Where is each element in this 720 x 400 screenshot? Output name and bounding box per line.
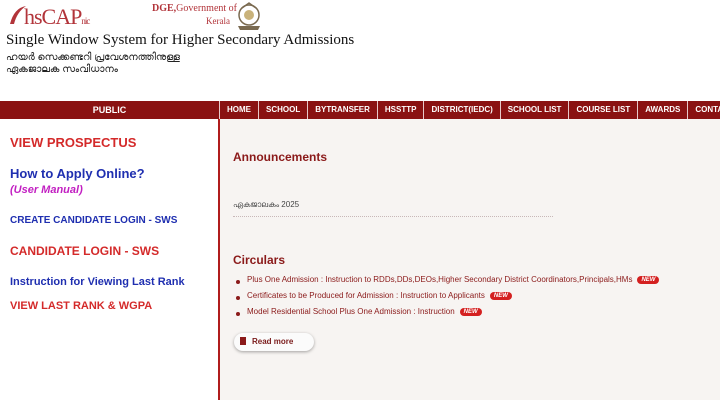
how-to-apply-link[interactable]: How to Apply Online? [10, 166, 145, 181]
circulars-list: Plus One Admission : Instruction to RDDs… [234, 275, 660, 323]
nav-school-list[interactable]: SCHOOL LIST [499, 101, 569, 119]
circulars-title: Circulars [233, 253, 286, 267]
view-last-rank-link[interactable]: VIEW LAST RANK & WGPA [10, 300, 152, 312]
malayalam-title-line2: ഏകജാലക സംവിധാനം [6, 64, 118, 75]
main-content: Announcements ഏകജാലകം 2025 Circulars Plu… [220, 119, 720, 400]
create-candidate-login-link[interactable]: CREATE CANDIDATE LOGIN - SWS [10, 215, 177, 226]
nav-hssttp[interactable]: HSSTTP [376, 101, 424, 119]
top-navbar: PUBLIC HOME SCHOOL BYTRANSFER HSSTTP DIS… [0, 101, 720, 119]
nav-district-iedc[interactable]: DISTRICT(IEDC) [423, 101, 499, 119]
candidate-login-link[interactable]: CANDIDATE LOGIN - SWS [10, 244, 159, 258]
nav-course-list[interactable]: COURSE LIST [568, 101, 637, 119]
new-badge: NEW [637, 276, 660, 284]
logo-text: hsCAPnic [24, 4, 90, 29]
circular-item[interactable]: Model Residential School Plus One Admiss… [234, 307, 659, 323]
dge-label: DGE,Government of [152, 3, 237, 14]
malayalam-title-line1: ഹയർ സെക്കണ്ടറി പ്രവേശനത്തിനുള്ള [6, 52, 180, 63]
nav-home[interactable]: HOME [219, 101, 258, 119]
system-title: Single Window System for Higher Secondar… [6, 32, 355, 48]
circular-text: Plus One Admission : Instruction to RDDs… [247, 275, 633, 284]
read-more-button[interactable]: Read more [234, 333, 314, 351]
nav-contact-us[interactable]: CONTACT US [687, 101, 720, 119]
new-badge: NEW [459, 308, 482, 316]
nav-items: HOME SCHOOL BYTRANSFER HSSTTP DISTRICT(I… [219, 101, 720, 119]
bullet-icon [236, 280, 240, 284]
nav-awards[interactable]: AWARDS [637, 101, 687, 119]
kerala-label: Kerala [206, 16, 230, 26]
new-badge: NEW [489, 292, 512, 300]
announcements-title: Announcements [233, 150, 328, 164]
bullet-icon [236, 312, 240, 316]
circular-item[interactable]: Plus One Admission : Instruction to RDDs… [234, 275, 660, 291]
announcement-marquee-line [233, 216, 553, 220]
sidebar: VIEW PROSPECTUS How to Apply Online? (Us… [0, 119, 220, 400]
header: hsCAPnic DGE,Government of Kerala Single… [0, 0, 720, 100]
kerala-emblem-icon [238, 2, 260, 30]
circular-text: Certificates to be Produced for Admissio… [247, 291, 485, 300]
user-manual-link[interactable]: (User Manual) [10, 184, 83, 196]
view-prospectus-link[interactable]: VIEW PROSPECTUS [10, 135, 136, 150]
instruction-last-rank-link[interactable]: Instruction for Viewing Last Rank [10, 276, 185, 288]
circular-item[interactable]: Certificates to be Produced for Admissio… [234, 291, 659, 307]
nav-bytransfer[interactable]: BYTRANSFER [307, 101, 377, 119]
announcement-item[interactable]: ഏകജാലകം 2025 [233, 200, 299, 210]
bullet-icon [236, 296, 240, 300]
nav-school[interactable]: SCHOOL [258, 101, 307, 119]
circular-text: Model Residential School Plus One Admiss… [247, 307, 455, 316]
document-icon [240, 337, 246, 345]
read-more-label: Read more [252, 337, 294, 346]
public-tab[interactable]: PUBLIC [0, 101, 219, 119]
